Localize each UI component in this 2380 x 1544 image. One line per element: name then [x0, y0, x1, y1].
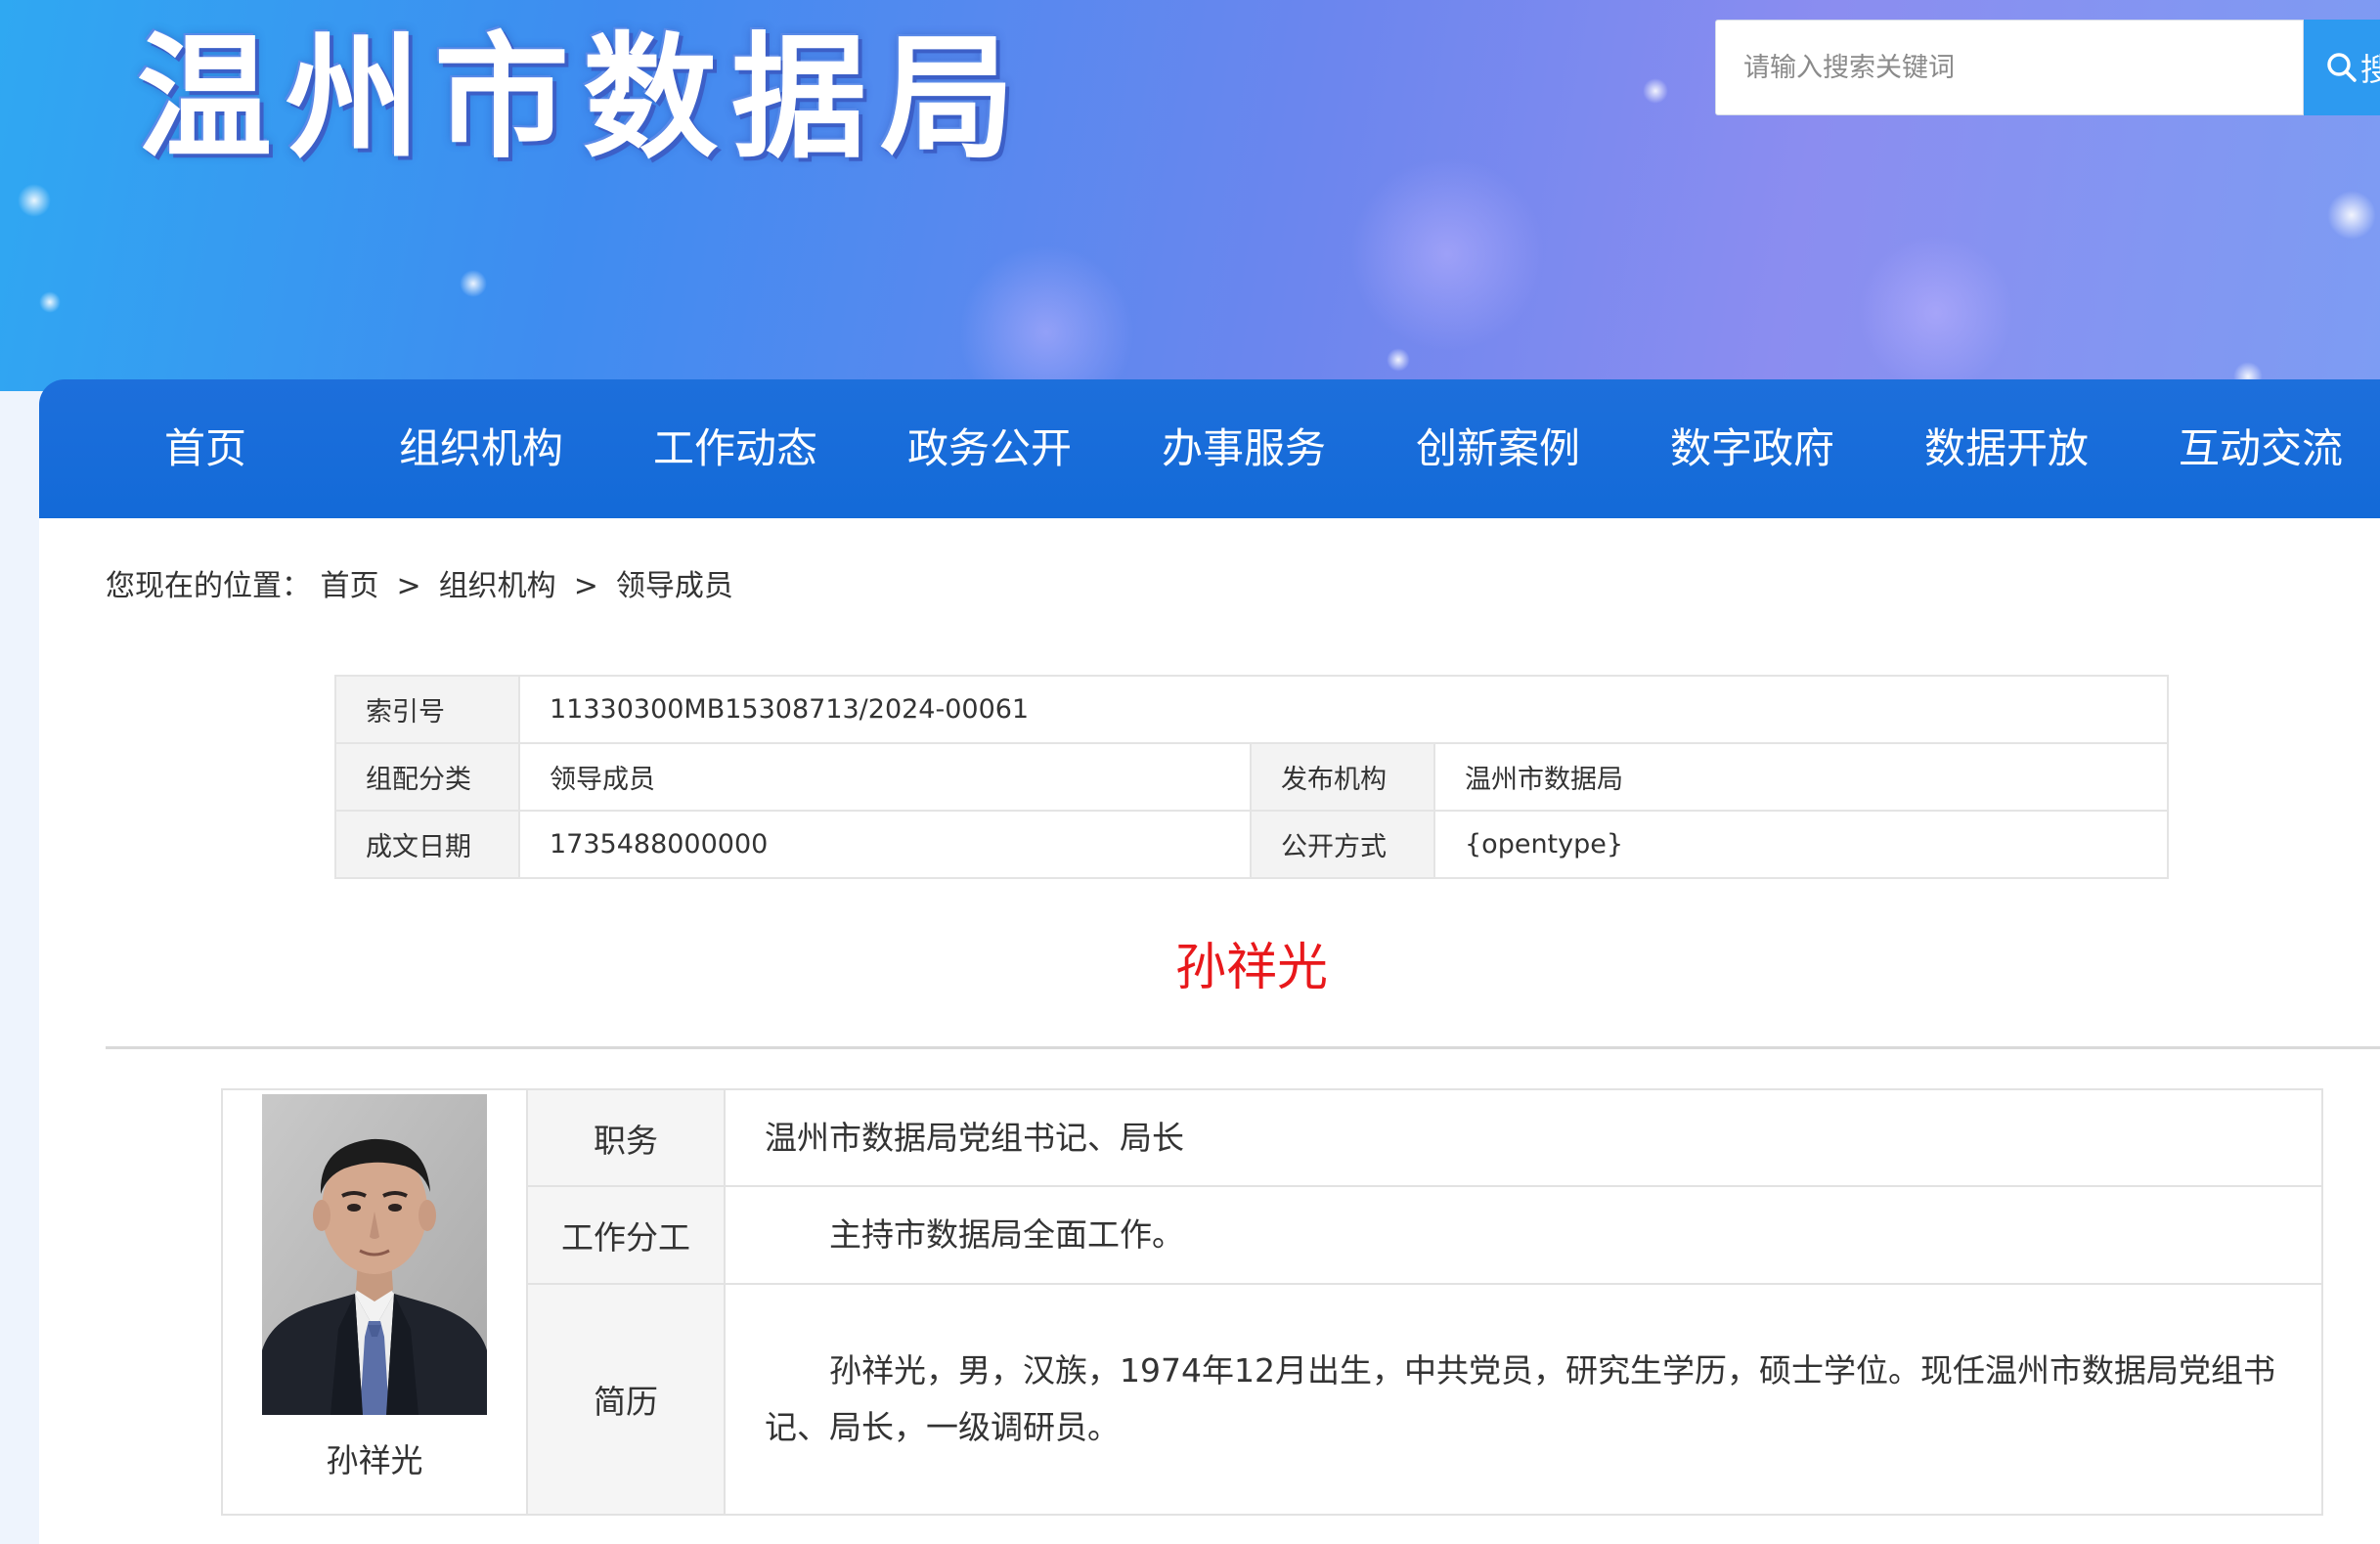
banner-bokeh: [1349, 156, 1545, 352]
banner-bokeh: [958, 244, 1134, 391]
meta-row: 组配分类 领导成员 发布机构 温州市数据局: [334, 742, 2169, 812]
banner-sparkle: [1643, 78, 1668, 104]
banner-sparkle: [18, 184, 51, 217]
search-box[interactable]: [1715, 20, 2304, 115]
meta-label-index: 索引号: [334, 675, 520, 744]
nav-item-home[interactable]: 首页: [137, 379, 274, 518]
banner-sparkle: [2327, 191, 2376, 240]
divider: [106, 1046, 2380, 1049]
search-button-label: 搜: [2360, 51, 2380, 88]
meta-label-date: 成文日期: [334, 810, 520, 879]
photo-caption: 孙祥光: [326, 1441, 423, 1479]
field-value-position: 温州市数据局党组书记、局长: [724, 1088, 2323, 1187]
header-banner: 温州市数据局 搜: [0, 0, 2380, 391]
field-label-duty: 工作分工: [526, 1185, 726, 1285]
nav-item-interaction[interactable]: 互动交流: [2173, 379, 2349, 518]
meta-value-category: 领导成员: [518, 742, 1252, 812]
nav-item-services[interactable]: 办事服务: [1156, 379, 1332, 518]
banner-sparkle: [39, 291, 61, 313]
nav-item-digital-gov[interactable]: 数字政府: [1664, 379, 1840, 518]
meta-row: 成文日期 1735488000000 公开方式 {opentype}: [334, 810, 2169, 879]
profile-row-bio: 简历 孙祥光，男，汉族，1974年12月出生，中共党员，研究生学历，硕士学位。现…: [222, 1283, 2323, 1516]
meta-value-date: 1735488000000: [518, 810, 1252, 879]
nav-item-organization[interactable]: 组织机构: [393, 379, 569, 518]
meta-value-index: 11330300MB15308713/2024-00061: [518, 675, 2169, 744]
nav-item-gov-affairs[interactable]: 政务公开: [902, 379, 1078, 518]
search-icon: [2327, 53, 2357, 82]
site-title[interactable]: 温州市数据局: [137, 16, 1029, 182]
meta-value-open-type: {opentype}: [1433, 810, 2169, 879]
breadcrumb-leaders[interactable]: 领导成员: [616, 569, 733, 603]
field-value-duty: 主持市数据局全面工作。: [724, 1185, 2323, 1285]
search-button[interactable]: 搜: [2304, 20, 2380, 115]
field-value-bio: 孙祥光，男，汉族，1974年12月出生，中共党员，研究生学历，硕士学位。现任温州…: [724, 1283, 2323, 1516]
nav-item-work-news[interactable]: 工作动态: [647, 379, 823, 518]
profile-row-position: 孙祥光 职务 温州市数据局党组书记、局长: [221, 1088, 2323, 1516]
photo-cell: 孙祥光: [221, 1088, 528, 1516]
field-label-position: 职务: [526, 1088, 726, 1187]
meta-label-open-type: 公开方式: [1250, 810, 1435, 879]
portrait-photo: [262, 1094, 487, 1415]
breadcrumb-prefix: 您现在的位置：: [106, 569, 311, 603]
main-nav: 首页 组织机构 工作动态 政务公开 办事服务 创新案例 数字政府 数据开放 互动…: [39, 379, 2380, 518]
main-content: 您现在的位置： 首页 > 组织机构 > 领导成员 索引号 11330300MB15308…: [39, 518, 2380, 1544]
profile-row-duty: 工作分工 主持市数据局全面工作。: [222, 1185, 2323, 1285]
breadcrumb-separator: >: [573, 569, 598, 603]
banner-bokeh: [1858, 235, 2014, 391]
meta-value-publisher: 温州市数据局: [1433, 742, 2169, 812]
profile-table: 孙祥光 职务 温州市数据局党组书记、局长 工作分工 主持市数据局全面工作。 简历…: [221, 1088, 2323, 1516]
breadcrumb: 您现在的位置： 首页 > 组织机构 > 领导成员: [106, 557, 733, 616]
meta-row: 索引号 11330300MB15308713/2024-00061: [334, 675, 2169, 744]
banner-sparkle: [460, 270, 487, 297]
document-meta-table: 索引号 11330300MB15308713/2024-00061 组配分类 领…: [334, 675, 2169, 879]
breadcrumb-separator: >: [396, 569, 421, 603]
banner-sparkle: [1387, 348, 1410, 372]
breadcrumb-home[interactable]: 首页: [321, 569, 379, 603]
person-name-title: 孙祥光: [1174, 939, 1328, 997]
meta-label-publisher: 发布机构: [1250, 742, 1435, 812]
meta-label-category: 组配分类: [334, 742, 520, 812]
nav-item-cases[interactable]: 创新案例: [1410, 379, 1586, 518]
breadcrumb-organization[interactable]: 组织机构: [439, 569, 556, 603]
nav-item-open-data[interactable]: 数据开放: [1918, 379, 2094, 518]
field-label-bio: 简历: [526, 1283, 726, 1516]
search-input[interactable]: [1716, 21, 2303, 114]
